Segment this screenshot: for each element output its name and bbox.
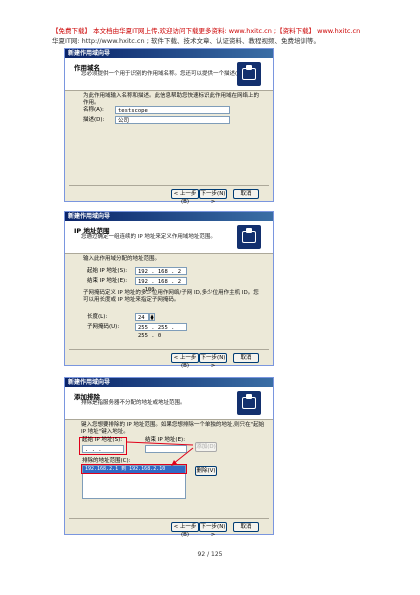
subnet-mask-input[interactable]: 255 . 255 . 255 . 0 <box>135 323 187 339</box>
wizard-dialog-add-exclusions: 新建作用域向导 添加排除 排除是指服务器不分配的地址或地址范围。 键入您想要排除… <box>64 377 274 538</box>
section-subtitle: 您通过确定一组连续的 IP 地址来定义作用域地址范围。 <box>81 234 216 240</box>
name-label: 名称(A): <box>83 107 104 113</box>
subnet-mask-label: 子网掩码(U): <box>87 324 120 330</box>
button-separator <box>69 518 269 519</box>
back-button[interactable]: < 上一步(B) <box>171 353 199 369</box>
description-input[interactable]: 公司 <box>115 116 230 124</box>
description-label: 描述(D): <box>83 117 105 123</box>
wizard-icon <box>237 62 261 86</box>
length-spinner[interactable]: ▲ ▼ <box>149 313 155 321</box>
subnet-mask-description: 子网掩码定义 IP 地址的多少位用作网络/子网 ID,多少位用作主机 ID。您可… <box>83 290 259 303</box>
button-separator <box>69 349 269 350</box>
name-input[interactable]: testscope <box>115 106 230 114</box>
cancel-button[interactable]: 取消 <box>233 522 259 532</box>
start-ip-label: 起始 IP 地址(S): <box>87 268 128 274</box>
wizard-banner: IP 地址范围 您通过确定一组连续的 IP 地址来定义作用域地址范围。 <box>65 221 273 254</box>
dialog-title-bar: 新建作用域向导 <box>65 212 273 221</box>
document-header: 【免费下载】 本文档由华夏IT网上传,欢迎访问下载更多资料: www.hxitc… <box>52 26 382 46</box>
wizard-icon <box>237 225 261 249</box>
next-button[interactable]: 下一步(N) > <box>199 353 227 369</box>
length-label: 长度(L): <box>87 314 108 320</box>
cancel-button[interactable]: 取消 <box>233 189 259 199</box>
header-line-1: 【免费下载】 本文档由华夏IT网上传,欢迎访问下载更多资料: www.hxitc… <box>52 27 361 35</box>
back-button[interactable]: < 上一步(B) <box>171 189 199 205</box>
annotation-arrows <box>126 441 194 466</box>
next-button[interactable]: 下一步(N) > <box>199 522 227 538</box>
wizard-banner: 作用域名 您必须提供一个用于识别的作用域名称。您还可以提供一个描述(可选)。 <box>65 58 273 91</box>
button-separator <box>69 185 269 186</box>
wizard-dialog-ip-range: 新建作用域向导 IP 地址范围 您通过确定一组连续的 IP 地址来定义作用域地址… <box>64 211 274 369</box>
next-button[interactable]: 下一步(N) > <box>199 189 227 205</box>
header-line-2: 华夏IT网: http://www.hxitc.cn ; 软件下载、技术文章、认… <box>52 37 320 45</box>
dialog-title-bar: 新建作用域向导 <box>65 49 273 58</box>
end-ip-input[interactable]: 192 . 168 . 2 . 100 <box>135 277 187 293</box>
instruction-text: 为此作用域输入名称和描述。此信息帮助您快速标识此作用域在网络上的作用。 <box>83 93 260 106</box>
back-button[interactable]: < 上一步(B) <box>171 522 199 538</box>
length-input[interactable]: 24 <box>135 313 149 321</box>
cancel-button[interactable]: 取消 <box>233 353 259 363</box>
section-subtitle: 您必须提供一个用于识别的作用域名称。您还可以提供一个描述(可选)。 <box>81 71 256 77</box>
end-ip-label: 结束 IP 地址(E): <box>87 278 128 284</box>
start-ip-input[interactable]: 192 . 168 . 2 . 1 <box>135 267 187 283</box>
wizard-dialog-scope-name: 新建作用域向导 作用域名 您必须提供一个用于识别的作用域名称。您还可以提供一个描… <box>64 48 274 205</box>
page-number: 92 / 125 <box>197 551 223 558</box>
instruction-text: 输入此作用域分配的地址范围。 <box>83 256 161 262</box>
